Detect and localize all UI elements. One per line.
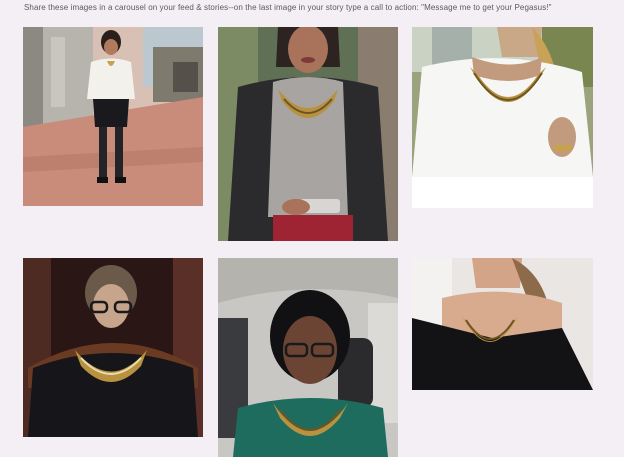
photo-leather-jacket	[218, 27, 398, 241]
gallery-photo-4[interactable]	[23, 258, 203, 437]
gallery-photo-2[interactable]	[218, 27, 398, 241]
gallery-photo-6[interactable]	[412, 258, 593, 390]
gallery-photo-1[interactable]	[23, 27, 203, 206]
photo-street-walk	[23, 27, 203, 206]
photo-judicial-robe	[23, 258, 203, 437]
gallery-photo-3[interactable]	[412, 27, 593, 208]
carousel-instruction-text: Share these images in a carousel on your…	[24, 3, 552, 12]
photo-off-shoulder	[412, 258, 593, 390]
gallery-photo-5[interactable]	[218, 258, 398, 457]
photo-white-tshirt	[412, 27, 593, 177]
photo-car-selfie	[218, 258, 398, 457]
